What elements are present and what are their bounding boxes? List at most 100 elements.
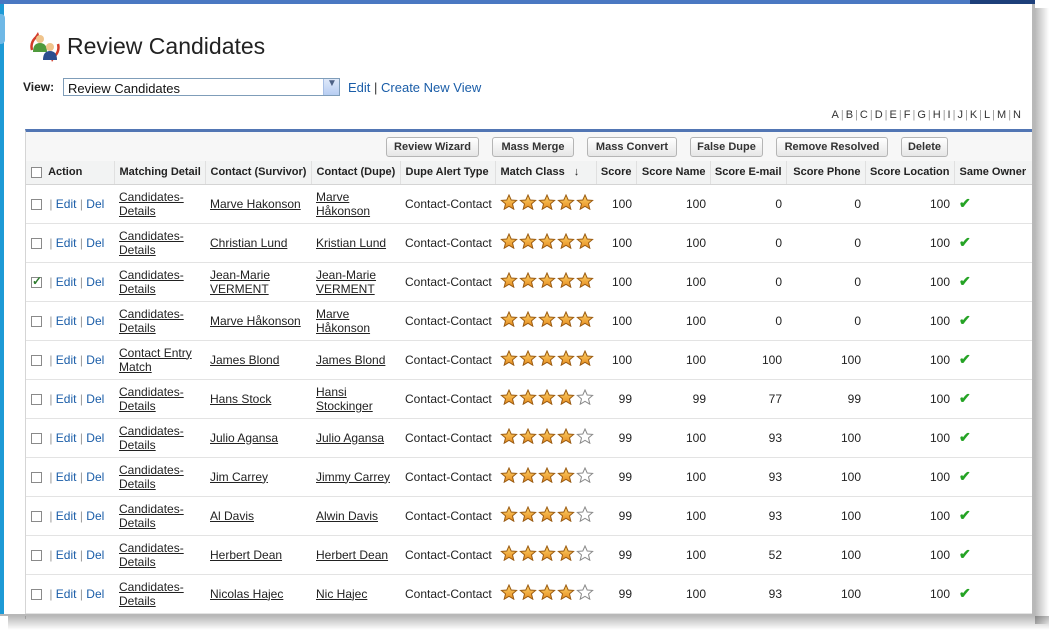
col-same-owner[interactable]: Same Owner — [954, 161, 1035, 185]
matching-detail-link[interactable]: Candidates-Details — [119, 580, 184, 608]
matching-detail-link[interactable]: Contact Entry Match — [119, 346, 192, 374]
chevron-down-icon[interactable]: ▼ — [323, 78, 339, 95]
del-link[interactable]: Del — [86, 431, 104, 445]
col-score-phone[interactable]: Score Phone — [786, 161, 866, 185]
review-wizard-button[interactable]: Review Wizard — [386, 137, 479, 157]
col-score[interactable]: Score — [596, 161, 637, 185]
edit-link[interactable]: Edit — [56, 470, 77, 484]
view-select[interactable]: Review Candidates ▼ — [63, 78, 340, 96]
select-all-checkbox[interactable] — [31, 166, 42, 178]
col-matching-detail[interactable]: Matching Detail — [114, 161, 206, 185]
alpha-filter-c[interactable]: C — [859, 109, 869, 121]
del-link[interactable]: Del — [86, 236, 104, 250]
row-checkbox[interactable] — [31, 549, 42, 561]
row-checkbox[interactable] — [31, 393, 42, 405]
alpha-filter-b[interactable]: B — [845, 109, 854, 121]
col-score-email[interactable]: Score E-mail — [710, 161, 787, 185]
alpha-filter-m[interactable]: M — [996, 109, 1007, 121]
survivor-link[interactable]: Jim Carrey — [210, 470, 268, 484]
del-link[interactable]: Del — [86, 470, 104, 484]
sidebar-toggle-handle[interactable] — [0, 14, 5, 44]
matching-detail-link[interactable]: Candidates-Details — [119, 424, 184, 452]
alpha-filter-n[interactable]: N — [1012, 109, 1022, 121]
matching-detail-link[interactable]: Candidates-Details — [119, 463, 184, 491]
remove-resolved-button[interactable]: Remove Resolved — [776, 137, 888, 157]
del-link[interactable]: Del — [86, 197, 104, 211]
alpha-filter-j[interactable]: J — [956, 109, 964, 121]
row-checkbox[interactable] — [31, 432, 42, 444]
edit-link[interactable]: Edit — [56, 236, 77, 250]
survivor-link[interactable]: Herbert Dean — [210, 548, 282, 562]
matching-detail-link[interactable]: Candidates-Details — [119, 385, 184, 413]
dupe-link[interactable]: Hansi Stockinger — [316, 385, 373, 413]
dupe-link[interactable]: Kristian Lund — [316, 236, 386, 250]
col-match-class[interactable]: Match Class ↓ — [495, 161, 597, 185]
del-link[interactable]: Del — [86, 392, 104, 406]
dupe-link[interactable]: Julio Agansa — [316, 431, 384, 445]
edit-link[interactable]: Edit — [56, 392, 77, 406]
col-dupe-alert-type[interactable]: Dupe Alert Type — [400, 161, 496, 185]
edit-link[interactable]: Edit — [56, 275, 77, 289]
alpha-filter-k[interactable]: K — [969, 109, 978, 121]
false-dupe-button[interactable]: False Dupe — [690, 137, 763, 157]
del-link[interactable]: Del — [86, 314, 104, 328]
row-checkbox[interactable] — [31, 471, 42, 483]
del-link[interactable]: Del — [86, 353, 104, 367]
dupe-link[interactable]: Alwin Davis — [316, 509, 378, 523]
del-link[interactable]: Del — [86, 509, 104, 523]
edit-link[interactable]: Edit — [56, 197, 77, 211]
survivor-link[interactable]: Julio Agansa — [210, 431, 278, 445]
matching-detail-link[interactable]: Candidates-Details — [119, 229, 184, 257]
col-score-name[interactable]: Score Name — [636, 161, 711, 185]
del-link[interactable]: Del — [86, 587, 104, 601]
matching-detail-link[interactable]: Candidates-Details — [119, 268, 184, 296]
edit-link[interactable]: Edit — [56, 509, 77, 523]
alpha-filter-g[interactable]: G — [916, 109, 927, 121]
col-score-location[interactable]: Score Location — [865, 161, 955, 185]
row-checkbox[interactable] — [31, 315, 42, 327]
survivor-link[interactable]: Hans Stock — [210, 392, 271, 406]
dupe-link[interactable]: Herbert Dean — [316, 548, 388, 562]
survivor-link[interactable]: Al Davis — [210, 509, 254, 523]
survivor-link[interactable]: Christian Lund — [210, 236, 287, 250]
col-contact-dupe[interactable]: Contact (Dupe) — [311, 161, 401, 185]
col-contact-survivor[interactable]: Contact (Survivor) — [205, 161, 312, 185]
alpha-filter-d[interactable]: D — [874, 109, 884, 121]
row-checkbox[interactable] — [31, 510, 42, 522]
row-checkbox[interactable] — [31, 354, 42, 366]
edit-link[interactable]: Edit — [56, 314, 77, 328]
matching-detail-link[interactable]: Candidates-Details — [119, 190, 184, 218]
dupe-link[interactable]: Jean-Marie VERMENT — [316, 268, 376, 296]
survivor-link[interactable]: Marve Hakonson — [210, 197, 301, 211]
row-checkbox[interactable] — [31, 588, 42, 600]
mass-merge-button[interactable]: Mass Merge — [492, 137, 574, 157]
alpha-filter-e[interactable]: E — [889, 109, 898, 121]
edit-link[interactable]: Edit — [56, 431, 77, 445]
survivor-link[interactable]: Jean-Marie VERMENT — [210, 268, 270, 296]
matching-detail-link[interactable]: Candidates-Details — [119, 541, 184, 569]
survivor-link[interactable]: Marve Håkonson — [210, 314, 301, 328]
row-checkbox[interactable] — [31, 198, 42, 210]
edit-link[interactable]: Edit — [56, 353, 77, 367]
survivor-link[interactable]: James Blond — [210, 353, 279, 367]
matching-detail-link[interactable]: Candidates-Details — [119, 502, 184, 530]
survivor-link[interactable]: Nicolas Hajec — [210, 587, 283, 601]
alpha-filter-l[interactable]: L — [983, 109, 991, 121]
mass-convert-button[interactable]: Mass Convert — [587, 137, 677, 157]
dupe-link[interactable]: James Blond — [316, 353, 385, 367]
dupe-link[interactable]: Nic Hajec — [316, 587, 367, 601]
alpha-filter-a[interactable]: A — [830, 109, 839, 121]
edit-view-link[interactable]: Edit — [348, 80, 370, 95]
edit-link[interactable]: Edit — [56, 587, 77, 601]
alpha-filter-h[interactable]: H — [932, 109, 942, 121]
del-link[interactable]: Del — [86, 275, 104, 289]
row-checkbox[interactable] — [31, 237, 42, 249]
dupe-link[interactable]: Marve Håkonson — [316, 190, 370, 218]
create-new-view-link[interactable]: Create New View — [381, 80, 481, 95]
row-checkbox[interactable] — [31, 274, 42, 288]
delete-button[interactable]: Delete — [901, 137, 948, 157]
edit-link[interactable]: Edit — [56, 548, 77, 562]
alpha-filter-i[interactable]: I — [947, 109, 952, 121]
dupe-link[interactable]: Jimmy Carrey — [316, 470, 390, 484]
dupe-link[interactable]: Marve Håkonson — [316, 307, 370, 335]
